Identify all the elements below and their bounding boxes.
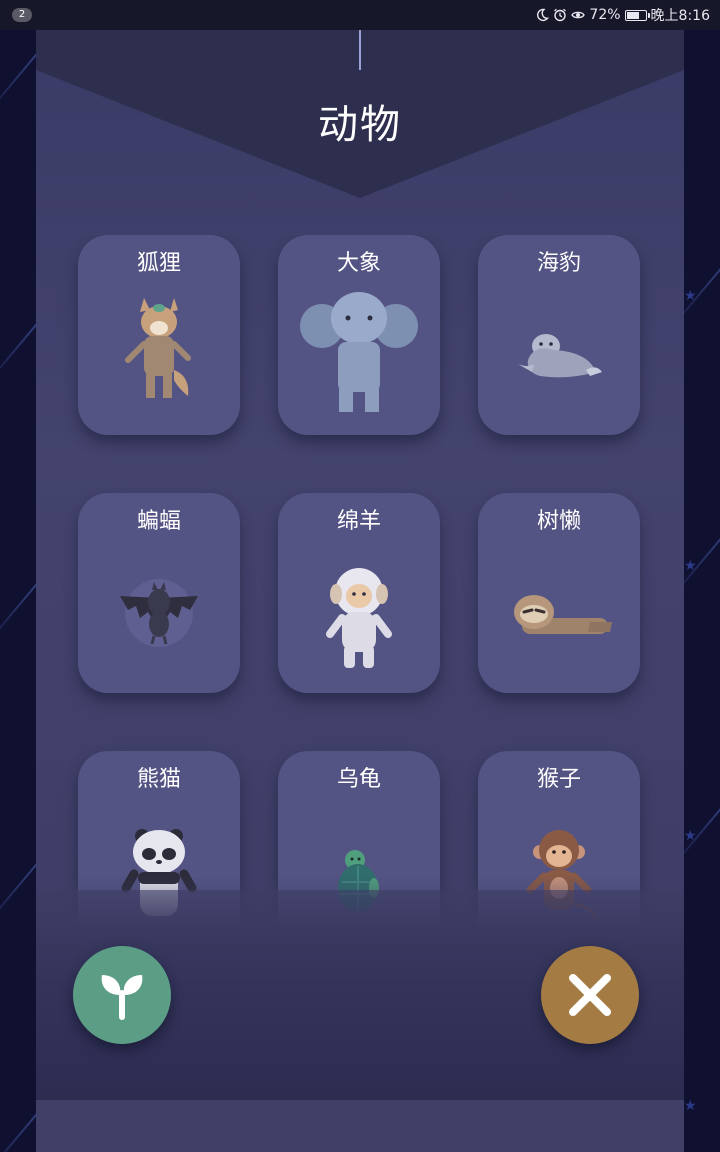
page-title: 动物 (318, 102, 402, 148)
plant-button[interactable] (73, 946, 171, 1044)
left-background (0, 30, 36, 1152)
right-background: ★ ★ ★ ★ ★ (684, 30, 720, 1152)
battery-percent: 72% (589, 7, 621, 23)
star-icon: ★ (684, 30, 697, 34)
shooting-star-streak (0, 843, 36, 937)
shooting-star-streak (0, 563, 36, 657)
animal-card-sheep[interactable]: 绵羊 (278, 493, 440, 693)
close-icon (569, 974, 611, 1016)
status-indicators: 72% 晚上8:16 (535, 6, 710, 24)
animal-card-label: 树懒 (536, 509, 581, 534)
bat-icon (120, 579, 198, 647)
sprout-icon (101, 975, 143, 1020)
fox-icon (125, 298, 191, 398)
animal-card-bat[interactable]: 蝙蝠 (78, 493, 240, 693)
animal-card-label: 海豹 (536, 251, 581, 276)
status-bar: 2 72% 晚上8:16 (0, 0, 720, 30)
animal-card-label: 熊猫 (136, 767, 181, 792)
species-panel: 动物 狐狸 大象 海豹 蝙蝠 绵羊 树懒 熊猫 乌龟 猴子 (36, 30, 684, 1100)
sheep-icon (326, 568, 392, 668)
animal-card-label: 蝙蝠 (136, 509, 181, 534)
battery-level-fill (626, 11, 639, 19)
animal-grid: 狐狸 大象 海豹 蝙蝠 绵羊 树懒 熊猫 乌龟 猴子 (36, 235, 684, 925)
animal-card-label: 猴子 (536, 767, 581, 792)
alarm-icon (554, 8, 567, 22)
shooting-star-streak (0, 303, 36, 397)
elephant-icon (300, 292, 418, 412)
shooting-star-streak (0, 33, 36, 127)
animal-card-sloth[interactable]: 树懒 (478, 493, 640, 693)
close-button[interactable] (541, 946, 639, 1044)
animal-card-label: 大象 (336, 251, 381, 276)
animal-card-label: 乌龟 (336, 767, 381, 792)
star-icon: ★ (684, 1098, 697, 1114)
bottom-panel-strip (36, 1100, 684, 1152)
moon-icon (537, 8, 550, 22)
shooting-star-streak (0, 1093, 36, 1152)
seal-icon (518, 334, 602, 378)
banner-string (359, 30, 361, 70)
animal-card-seal[interactable]: 海豹 (478, 235, 640, 435)
sloth-icon (514, 595, 612, 634)
animal-card-label: 绵羊 (336, 509, 381, 534)
clock-time: 晚上8:16 (650, 8, 710, 24)
animal-card-elephant[interactable]: 大象 (278, 235, 440, 435)
animal-card-fox[interactable]: 狐狸 (78, 235, 240, 435)
eye-icon (571, 11, 586, 19)
battery-icon (624, 9, 650, 21)
notification-count-badge: 2 (12, 8, 32, 22)
animal-card-label: 狐狸 (136, 251, 181, 276)
